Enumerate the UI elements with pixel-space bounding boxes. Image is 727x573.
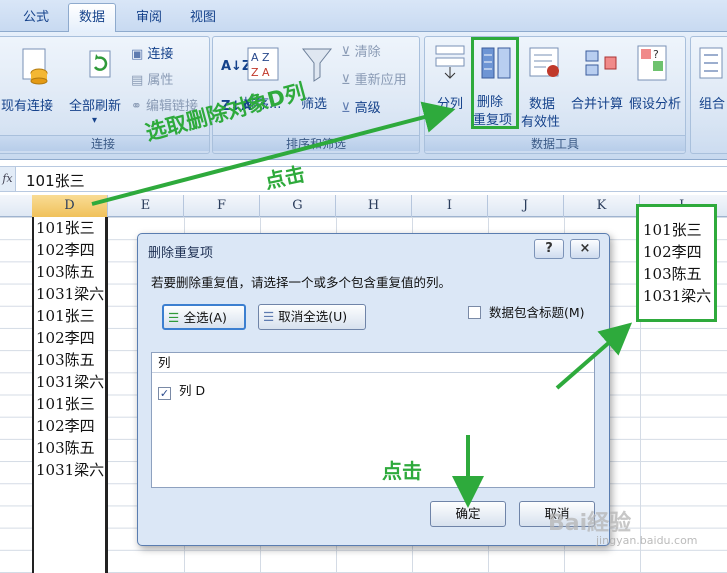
annotation-click-2: 点击 <box>382 459 422 483</box>
annotation-arrows <box>91 101 633 508</box>
arrow-to-result <box>555 322 633 390</box>
watermark-url: jingyan.baidu.com <box>596 534 698 547</box>
watermark-logo: Bai経验 <box>548 511 632 536</box>
